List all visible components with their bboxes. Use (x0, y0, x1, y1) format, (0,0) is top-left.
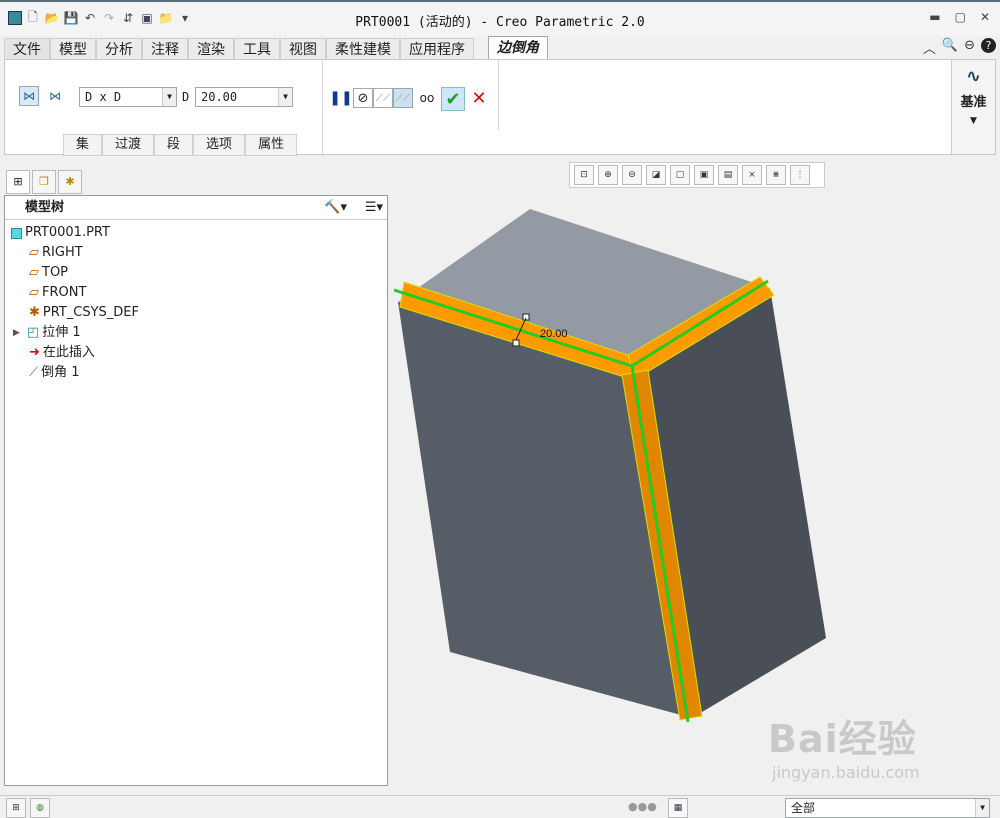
tab-edge-chamfer[interactable]: 边倒角 (488, 36, 548, 60)
community-icon[interactable]: ⊖ (964, 38, 975, 57)
display-style-icon[interactable]: ▢ (670, 165, 690, 185)
help-icon[interactable]: ? (981, 38, 996, 53)
ribbon-tabs: 文件 模型 分析 注释 渲染 工具 视图 柔性建模 应用程序 边倒角 (0, 36, 1000, 60)
minimize-icon[interactable]: ▬ (929, 10, 940, 24)
watermark-url: jingyan.baidu.com (772, 763, 920, 782)
watermark-brand: Bai经验 (768, 717, 917, 761)
help-icons: ︿ 🔍 ⊖ ? (923, 38, 996, 57)
close-icon[interactable]: ✕ (980, 10, 990, 24)
tree-item-right[interactable]: ▱ RIGHT (29, 243, 83, 263)
model-tree-title: 模型树 (25, 200, 65, 215)
tab-annotate[interactable]: 注释 (142, 38, 188, 60)
verify-mode-icon[interactable]: ⟋⟋ (393, 88, 413, 108)
transition-mode-icon[interactable]: ⋈ (45, 86, 65, 106)
chamfer-settings-section: ⋈ ⋈ D x D ▼ D 20.00 ▼ 集 过渡 段 选项 属性 (5, 60, 323, 156)
browser-toggle-icon[interactable]: ◍ (30, 798, 50, 818)
tree-item-top[interactable]: ▱ TOP (29, 263, 68, 283)
saved-orientations-icon[interactable]: ▣ (694, 165, 714, 185)
repaint-icon[interactable]: ◪ (646, 165, 666, 185)
drag-handle[interactable] (512, 339, 520, 347)
tab-tools[interactable]: 工具 (234, 38, 280, 60)
spin-center-icon[interactable]: ⋮ (790, 165, 810, 185)
tab-applications[interactable]: 应用程序 (400, 38, 474, 60)
datum-curve-icon: ∿ (965, 66, 982, 87)
zoom-out-icon[interactable]: ⊖ (622, 165, 642, 185)
tab-flexible-modeling[interactable]: 柔性建模 (326, 38, 400, 60)
tree-item-front[interactable]: ▱ FRONT (29, 283, 86, 303)
window-title: PRT0001 (活动的) - Creo Parametric 2.0 (355, 15, 645, 30)
panel-options[interactable]: 选项 (193, 134, 246, 156)
datum-plane-icon: ▱ (29, 285, 39, 300)
tree-item-csys[interactable]: ✱ PRT_CSYS_DEF (29, 303, 139, 323)
datum-group[interactable]: ∿ 基准 ▼ (951, 60, 995, 154)
window-controls: ▬ ▢ ✕ (929, 10, 990, 24)
zoom-in-icon[interactable]: ⊕ (598, 165, 618, 185)
watermark: Bai经验 jingyan.baidu.com (768, 708, 920, 782)
view-manager-icon[interactable]: ▤ (718, 165, 738, 185)
graphics-toolbar: ⊡ ⊕ ⊖ ◪ ▢ ▣ ▤ ⨯ ⋇ ⋮ (569, 162, 825, 188)
coordinate-system-icon: ✱ (29, 305, 40, 320)
dimension-input[interactable]: 20.00 ▼ (195, 87, 293, 107)
cancel-x-icon[interactable]: ✕ (469, 88, 489, 109)
title-bar: 🗋 📂 💾 ↶ ↷ ⇵ ▣ 📁 ▾ PRT0001 (活动的) - Creo P… (0, 0, 1000, 36)
panel-properties[interactable]: 属性 (245, 134, 298, 156)
chamfer-scheme-select[interactable]: D x D ▼ (79, 87, 177, 107)
panel-sets[interactable]: 集 (63, 134, 103, 156)
datum-plane-icon: ▱ (29, 245, 39, 260)
chamfer-feature-icon: ⟋ (29, 365, 39, 380)
tab-view[interactable]: 视图 (280, 38, 326, 60)
part-icon (11, 227, 22, 239)
tree-settings-icon[interactable]: 🔨▾ (324, 196, 347, 220)
status-bar: ⊞ ◍ ●●● ▦ 全部 ▼ (0, 795, 1000, 818)
geometry-preview-icon[interactable]: ⟋⟋ (373, 88, 393, 108)
annotation-display-icon[interactable]: ⋇ (766, 165, 786, 185)
feature-controls-section: ❚❚ ⊘ ⟋⟋ ⟋⟋ oo ✔ ✕ (323, 60, 499, 130)
search-icon[interactable]: 🔍 (942, 38, 958, 57)
model-tree-tab-icon[interactable]: ⊞ (6, 170, 30, 194)
tab-analysis[interactable]: 分析 (96, 38, 142, 60)
tree-item-part[interactable]: PRT0001.PRT (11, 223, 110, 243)
dimension-value[interactable]: 20.00 (540, 328, 568, 340)
chevron-down-icon: ▼ (975, 799, 989, 817)
refit-icon[interactable]: ⊡ (574, 165, 594, 185)
model-tree-header: 模型树 🔨▾ ☰▾ (5, 196, 387, 220)
ribbon-panel: ⋈ ⋈ D x D ▼ D 20.00 ▼ 集 过渡 段 选项 属性 ❚❚ ⊘ … (4, 59, 996, 156)
selection-filter-select[interactable]: 全部 ▼ (785, 798, 990, 818)
datum-display-icon[interactable]: ⨯ (742, 165, 762, 185)
no-preview-icon[interactable]: ⊘ (353, 88, 373, 108)
tab-model[interactable]: 模型 (50, 38, 96, 60)
datum-plane-icon: ▱ (29, 265, 39, 280)
panel-pieces[interactable]: 段 (154, 134, 194, 156)
dimension-label: D (182, 90, 190, 104)
pause-icon[interactable]: ❚❚ (329, 88, 352, 108)
panel-transitions[interactable]: 过渡 (102, 134, 155, 156)
model-tree-toggle-icon[interactable]: ⊞ (6, 798, 26, 818)
preview-glasses-icon[interactable]: oo (417, 88, 437, 108)
tab-render[interactable]: 渲染 (188, 38, 234, 60)
expand-arrow-icon[interactable]: ▶ (13, 323, 20, 343)
tree-item-insert-here[interactable]: ➜ 在此插入 (29, 343, 95, 363)
apply-checkmark-icon[interactable]: ✔ (441, 87, 465, 111)
tree-item-chamfer[interactable]: ⟋ 倒角 1 (29, 363, 80, 383)
insert-arrow-icon: ➜ (29, 345, 40, 360)
collapse-ribbon-icon[interactable]: ︿ (923, 38, 936, 57)
model-tree-panel: 模型树 🔨▾ ☰▾ PRT0001.PRT ▱ RIGHT ▱ TOP ▱ FR… (4, 195, 388, 786)
status-indicator-icon: ●●● (628, 800, 657, 813)
favorites-tab-icon[interactable]: ✱ (58, 170, 82, 194)
navigator-tabs: ⊞ ❐ ✱ (4, 170, 388, 196)
folder-browser-tab-icon[interactable]: ❐ (32, 170, 56, 194)
tab-file[interactable]: 文件 (4, 38, 50, 60)
extrude-icon: ◰ (26, 325, 40, 340)
set-mode-icon[interactable]: ⋈ (19, 86, 39, 106)
chevron-down-icon: ▼ (162, 88, 176, 106)
tree-item-extrude[interactable]: ▶ ◰ 拉伸 1 (13, 323, 81, 343)
datum-label: 基准 (960, 95, 987, 110)
chevron-down-icon: ▼ (970, 116, 977, 126)
tree-show-icon[interactable]: ☰▾ (365, 196, 383, 220)
maximize-icon[interactable]: ▢ (955, 10, 966, 24)
chevron-down-icon: ▼ (278, 88, 292, 106)
ribbon-panel-tabs: 集 过渡 段 选项 属性 (63, 134, 298, 156)
selection-filter-icon[interactable]: ▦ (668, 798, 688, 818)
